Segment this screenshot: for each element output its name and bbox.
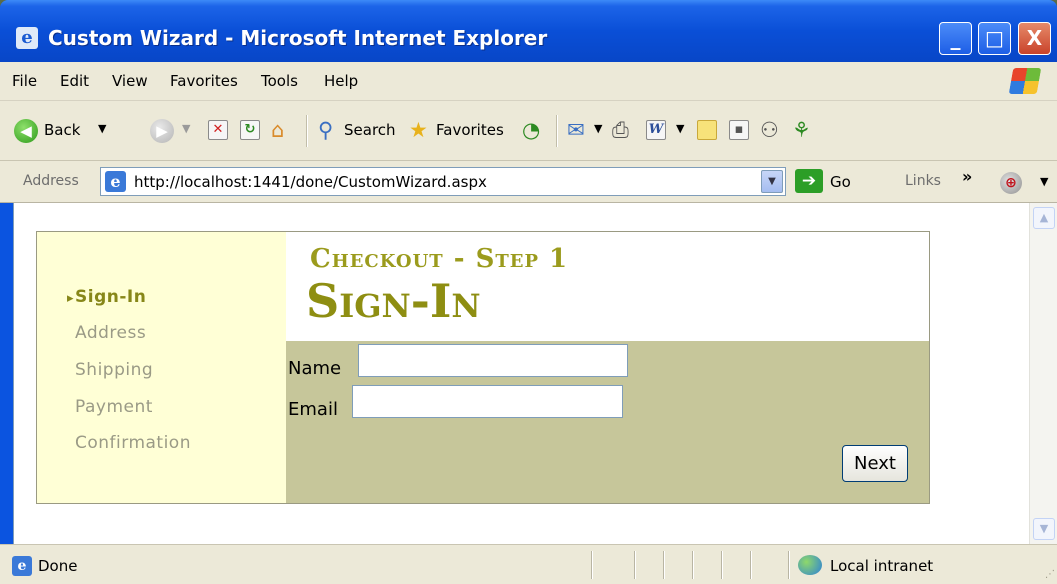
status-divider — [663, 551, 665, 579]
email-label: Email — [288, 399, 338, 420]
favorites-button-label[interactable]: Favorites — [436, 121, 504, 139]
edit-dropdown-caret[interactable]: ▼ — [676, 122, 684, 135]
menu-help[interactable]: Help — [324, 72, 358, 90]
menu-edit[interactable]: Edit — [60, 72, 89, 90]
address-dropdown-arrow-icon[interactable]: ▼ — [761, 170, 783, 193]
step-payment[interactable]: Payment — [75, 397, 153, 417]
ie-logo-icon: e — [16, 27, 38, 49]
search-icon[interactable]: ⚲ — [318, 117, 333, 143]
mail-icon[interactable]: ✉ — [567, 117, 585, 143]
status-text: Done — [38, 557, 78, 575]
history-icon[interactable]: ◔ — [522, 117, 540, 143]
menu-bar: File Edit View Favorites Tools Help — [0, 62, 1057, 101]
minimize-button[interactable]: _ — [939, 22, 972, 55]
favorites-star-icon[interactable]: ★ — [409, 117, 428, 143]
msn-people-icon[interactable]: ⚘ — [792, 117, 811, 143]
step-address[interactable]: Address — [75, 323, 146, 343]
status-bar: e Done Local intranet ⋰ — [0, 544, 1057, 584]
word-edit-icon[interactable]: W — [646, 120, 666, 140]
browser-window: e Custom Wizard - Microsoft Internet Exp… — [0, 0, 1057, 584]
status-divider — [721, 551, 723, 579]
wizard-sidebar: Sign-In Address Shipping Payment Confirm… — [37, 232, 286, 503]
window-title: Custom Wizard - Microsoft Internet Explo… — [48, 26, 548, 50]
resize-grip-icon[interactable]: ⋰ — [1045, 569, 1055, 580]
windows-logo-icon — [1008, 68, 1042, 94]
pdf-dropdown-caret[interactable]: ▼ — [1040, 175, 1048, 188]
status-divider — [692, 551, 694, 579]
status-divider — [788, 551, 790, 579]
menu-favorites[interactable]: Favorites — [170, 72, 238, 90]
page-title: Sign-In — [306, 274, 481, 328]
step-shipping[interactable]: Shipping — [75, 360, 153, 380]
menu-file[interactable]: File — [12, 72, 37, 90]
vertical-scrollbar[interactable]: ▲ ▼ — [1029, 203, 1057, 544]
menu-view[interactable]: View — [112, 72, 148, 90]
back-button-label[interactable]: Back — [44, 121, 80, 139]
wizard-form: Name Email Next — [286, 341, 929, 503]
scroll-up-icon[interactable]: ▲ — [1033, 207, 1055, 229]
links-chevron-icon[interactable]: » — [962, 167, 972, 186]
back-arrow-icon[interactable]: ◀ — [14, 119, 38, 143]
research-icon[interactable]: ▪ — [729, 120, 749, 140]
print-icon[interactable]: ⎙ — [612, 117, 629, 143]
title-bar: e Custom Wizard - Microsoft Internet Exp… — [0, 0, 1057, 62]
status-divider — [634, 551, 636, 579]
go-arrow-icon[interactable]: ➔ — [795, 169, 823, 193]
checkout-wizard: Sign-In Address Shipping Payment Confirm… — [36, 231, 930, 504]
discuss-icon[interactable] — [697, 120, 717, 140]
page-done-icon: e — [12, 556, 32, 576]
address-bar: Address e http://localhost:1441/done/Cus… — [0, 161, 1057, 203]
maximize-button[interactable]: □ — [978, 22, 1011, 55]
pdf-convert-icon[interactable]: ⊕ — [1000, 172, 1022, 194]
close-button[interactable]: X — [1018, 22, 1051, 55]
next-button[interactable]: Next — [842, 445, 908, 482]
step-sign-in[interactable]: Sign-In — [67, 287, 146, 307]
standard-toolbar: ◀ Back ▼ ▶ ▼ ✕ ↻ ⌂ ⚲ Search ★ Favorites … — [0, 101, 1057, 161]
page-viewport: Sign-In Address Shipping Payment Confirm… — [13, 203, 1057, 544]
name-field[interactable] — [358, 344, 628, 377]
status-divider — [750, 551, 752, 579]
name-label: Name — [288, 358, 342, 379]
refresh-icon[interactable]: ↻ — [240, 120, 260, 140]
step-subtitle: Checkout - Step 1 — [310, 244, 569, 274]
forward-arrow-icon[interactable]: ▶ — [150, 119, 174, 143]
wizard-header: Checkout - Step 1 Sign-In — [286, 232, 929, 341]
stop-icon[interactable]: ✕ — [208, 120, 228, 140]
back-dropdown-caret[interactable]: ▼ — [98, 122, 106, 135]
search-button-label[interactable]: Search — [344, 121, 396, 139]
scroll-down-icon[interactable]: ▼ — [1033, 518, 1055, 540]
home-icon[interactable]: ⌂ — [271, 117, 284, 143]
forward-dropdown-caret[interactable]: ▼ — [182, 122, 190, 135]
page-icon: e — [105, 171, 126, 192]
go-button-label[interactable]: Go — [830, 173, 851, 191]
address-input[interactable]: e http://localhost:1441/done/CustomWizar… — [100, 167, 786, 196]
toolbar-separator — [556, 115, 558, 147]
menu-tools[interactable]: Tools — [261, 72, 298, 90]
step-confirmation[interactable]: Confirmation — [75, 433, 191, 453]
status-divider — [591, 551, 593, 579]
email-field[interactable] — [352, 385, 623, 418]
security-zone-label: Local intranet — [830, 557, 934, 575]
toolbar-separator — [306, 115, 308, 147]
address-label: Address — [23, 173, 79, 189]
messenger-icon[interactable]: ⚇ — [760, 117, 779, 143]
mail-dropdown-caret[interactable]: ▼ — [594, 122, 602, 135]
links-label[interactable]: Links — [905, 173, 941, 189]
local-intranet-icon — [798, 555, 822, 575]
address-url[interactable]: http://localhost:1441/done/CustomWizard.… — [134, 173, 487, 191]
